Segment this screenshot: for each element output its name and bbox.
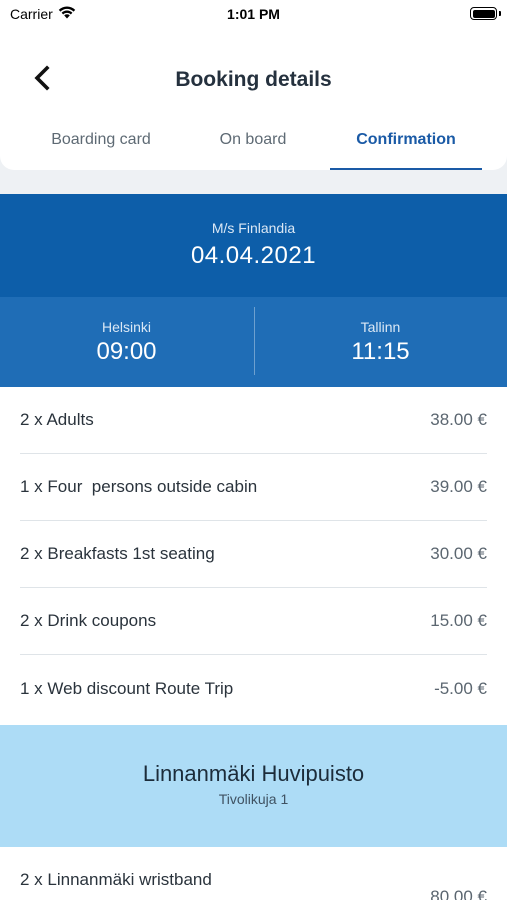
list-item: 1 x Four persons outside cabin 39.00 € — [20, 454, 487, 521]
ship-name: M/s Finlandia — [211, 220, 296, 236]
status-bar: Carrier 1:01 PM — [0, 0, 507, 30]
page-title: Booking details — [175, 68, 332, 91]
item-label: 1 x Web discount Route Trip — [20, 678, 234, 698]
list-item: 2 x Breakfasts 1st seating 30.00 € — [20, 521, 487, 588]
arrival-city: Tallinn — [360, 319, 401, 335]
route-banner: Helsinki 09:00 Tallinn 11:15 — [0, 297, 507, 387]
arrival: Tallinn 11:15 — [254, 297, 507, 387]
tab-on-board[interactable]: On board — [177, 120, 329, 170]
booking-items-list: 2 x Adults 38.00 € 1 x Four persons outs… — [0, 387, 507, 722]
item-price: 80.00 € — [430, 887, 487, 900]
list-item: 2 x Linnanmäki wristband 80.00 € — [20, 847, 487, 900]
item-price: 39.00 € — [430, 477, 487, 496]
battery-fill — [472, 9, 495, 18]
item-label: 2 x Linnanmäki wristband — [20, 870, 212, 889]
tab-bar: Boarding card On board Confirmation — [0, 120, 507, 170]
venue-banner: Linnanmäki Huvipuisto Tivolikuja 1 — [0, 725, 507, 847]
section-gap — [0, 170, 507, 194]
item-price: 30.00 € — [430, 544, 487, 563]
item-price: 15.00 € — [430, 611, 487, 630]
item-label: 2 x Drink coupons — [20, 611, 157, 630]
venue-address: Tivolikuja 1 — [218, 791, 289, 807]
battery-icon — [470, 7, 497, 20]
venue-name: Linnanmäki Huvipuisto — [142, 761, 365, 786]
item-price: -5.00 € — [434, 678, 487, 698]
battery-tip — [499, 11, 501, 16]
tab-confirmation[interactable]: Confirmation — [330, 120, 482, 170]
item-label: 2 x Breakfasts 1st seating — [20, 544, 215, 563]
header: Carrier 1:01 PM Booking details Boarding… — [0, 0, 507, 170]
departure-time: 09:00 — [96, 338, 157, 365]
list-item: 2 x Drink coupons 15.00 € — [20, 588, 487, 655]
tab-boarding-card[interactable]: Boarding card — [25, 120, 177, 170]
list-item: 1 x Web discount Route Trip -5.00 € — [20, 655, 487, 722]
departure: Helsinki 09:00 — [0, 297, 253, 387]
ship-banner: M/s Finlandia 04.04.2021 — [0, 194, 507, 297]
item-label: 1 x Four persons outside cabin — [20, 477, 258, 496]
arrival-time: 11:15 — [351, 338, 410, 365]
ship-date: 04.04.2021 — [190, 242, 317, 269]
item-price: 38.00 € — [430, 410, 487, 429]
item-label: 2 x Adults — [20, 410, 94, 429]
departure-city: Helsinki — [101, 319, 151, 335]
status-time: 1:01 PM — [227, 6, 280, 22]
list-item: 2 x Adults 38.00 € — [20, 387, 487, 454]
